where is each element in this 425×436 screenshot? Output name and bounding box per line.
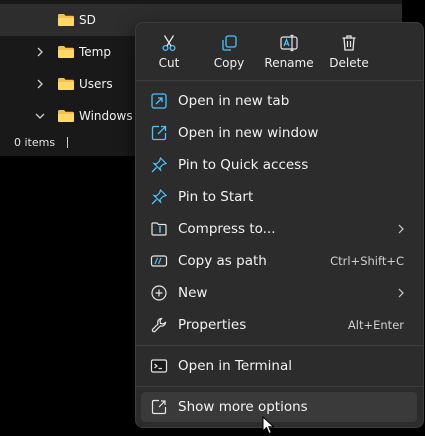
rename-button[interactable]: Rename (261, 29, 317, 75)
wrench-icon (151, 317, 167, 333)
terminal-icon (150, 359, 168, 373)
tree-item-label: SD (79, 13, 96, 27)
open-new-tab-icon (151, 93, 167, 109)
menu-item-label: Pin to Quick access (178, 157, 309, 173)
shortcut-text: Alt+Enter (347, 318, 404, 332)
open-new-window-icon (151, 125, 167, 141)
mouse-cursor-icon (262, 416, 275, 435)
tree-item-label: Users (79, 77, 113, 91)
scissors-icon (162, 35, 176, 52)
menu-item-open-new-tab[interactable]: Open in new tab (141, 86, 417, 116)
pin-icon (151, 188, 168, 205)
cut-button[interactable]: Cut (141, 29, 197, 75)
rename-icon (280, 34, 298, 52)
menu-divider (136, 345, 423, 346)
menu-item-open-terminal[interactable]: Open in Terminal (141, 351, 417, 381)
tree-item-label: Windows (79, 109, 133, 123)
context-menu: Cut Copy Rename Delete Open in new tab O… (135, 22, 424, 428)
menu-item-label: Open in new window (178, 125, 319, 141)
menu-item-compress[interactable]: Compress to... (141, 214, 417, 244)
menu-item-label: Pin to Start (178, 189, 254, 205)
quick-actions-bar: Cut Copy Rename Delete (136, 23, 423, 81)
trash-icon (342, 35, 356, 51)
menu-item-label: Properties (178, 317, 247, 333)
shortcut-text: Ctrl+Shift+C (330, 254, 404, 268)
menu-item-open-new-window[interactable]: Open in new window (141, 118, 417, 148)
menu-item-copy-as-path[interactable]: Copy as path Ctrl+Shift+C (141, 246, 417, 276)
tree-item-label: Temp (79, 45, 111, 59)
chevron-right-icon (398, 224, 404, 234)
item-count: 0 items (14, 135, 56, 149)
menu-item-label: Show more options (178, 399, 308, 415)
folder-icon (58, 78, 74, 90)
folder-icon (58, 110, 74, 122)
chevron-right-icon[interactable] (34, 78, 46, 90)
cut-label: Cut (158, 56, 180, 70)
menu-item-properties[interactable]: Properties Alt+Enter (141, 310, 417, 340)
status-separator (67, 136, 69, 148)
folder-icon (58, 46, 74, 58)
copy-label: Copy (213, 56, 245, 70)
chevron-right-icon (398, 288, 404, 298)
menu-item-show-more-options[interactable]: Show more options (141, 392, 417, 422)
chevron-down-icon[interactable] (34, 110, 46, 122)
rename-label: Rename (264, 56, 314, 70)
delete-button[interactable]: Delete (321, 29, 377, 75)
pin-icon (151, 156, 168, 173)
copy-path-icon (150, 255, 168, 267)
copy-button[interactable]: Copy (201, 29, 257, 75)
menu-divider (136, 386, 423, 387)
menu-item-new[interactable]: New (141, 278, 417, 308)
menu-item-label: Copy as path (178, 253, 267, 269)
copy-icon (222, 35, 237, 51)
show-more-options-icon (151, 399, 167, 415)
menu-item-label: Compress to... (178, 221, 276, 237)
new-plus-icon (151, 285, 167, 301)
menu-item-label: New (178, 285, 208, 301)
menu-item-label: Open in Terminal (178, 358, 292, 374)
folder-icon (58, 14, 74, 26)
compress-folder-icon (151, 222, 167, 236)
delete-label: Delete (329, 56, 369, 70)
menu-item-pin-start[interactable]: Pin to Start (141, 182, 417, 212)
menu-item-pin-quick-access[interactable]: Pin to Quick access (141, 150, 417, 180)
chevron-right-icon[interactable] (34, 46, 46, 58)
menu-item-label: Open in new tab (178, 93, 290, 109)
